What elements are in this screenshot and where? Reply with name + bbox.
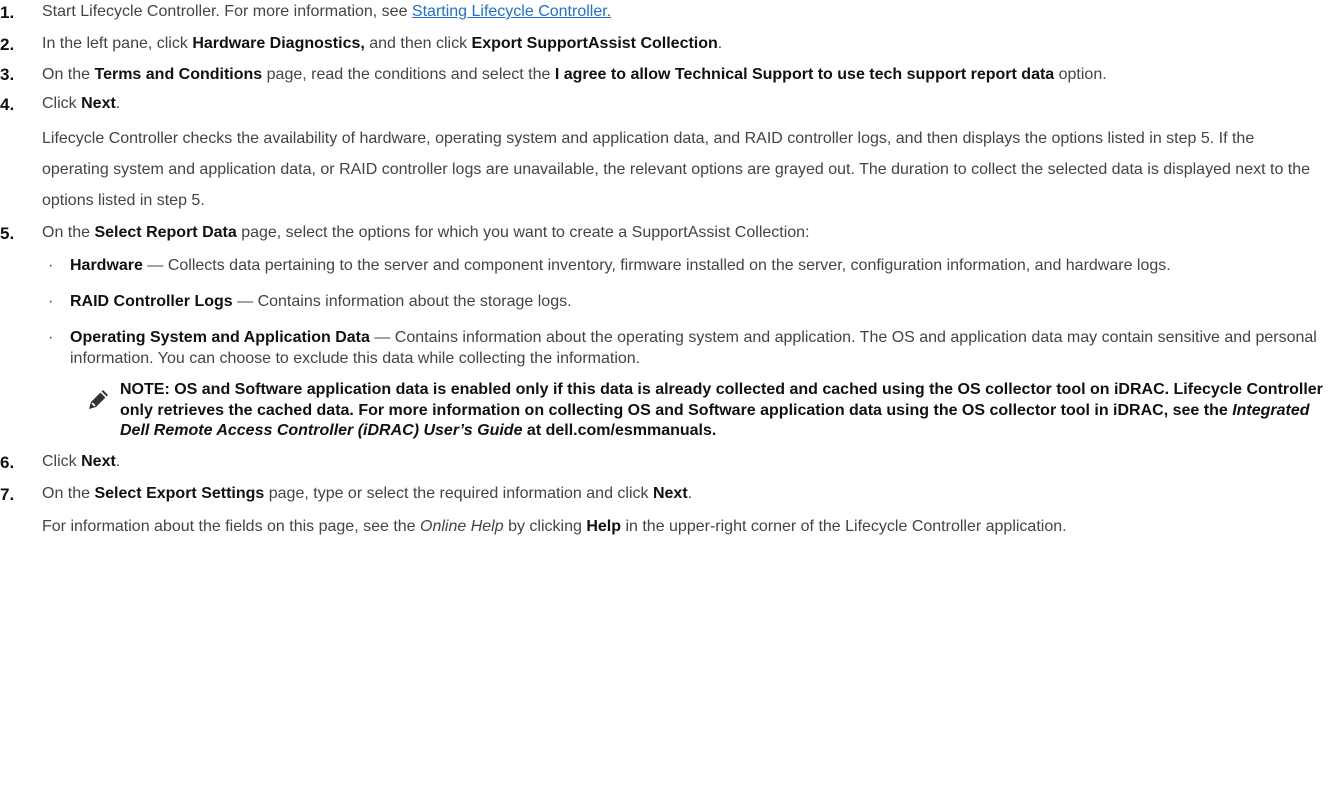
step-text: page, read the conditions and select the [262,65,555,83]
option-description: — Collects data pertaining to the server… [142,257,1171,275]
online-help-title: Online Help [420,517,504,535]
ui-term: Hardware Diagnostics, [192,34,365,52]
note-box: NOTE: OS and Software application data i… [42,380,1325,442]
step-4: 4. Click Next. Lifecycle Controller chec… [0,92,1325,216]
starting-lifecycle-controller-link[interactable]: Starting Lifecycle Controller. [412,3,611,20]
step-text: . [717,34,723,52]
note-text: at dell.com/esmmanuals. [522,422,717,440]
list-item: · RAID Controller Logs — Contains informa… [42,291,1325,313]
step-1: 1. Start Lifecycle Controller. For more … [0,0,1325,25]
ui-term: Select Export Settings [94,484,265,502]
step-text: . [687,484,693,502]
step-text: option. [1054,65,1107,83]
step-text: For information about the fields on this… [42,517,421,535]
ui-term: Next [81,95,116,113]
bullet-icon: · [48,257,54,275]
step-number: 2. [0,34,15,54]
option-term: Operating System and Application Data [70,328,370,346]
ui-term: Help [586,517,621,535]
ui-term: I agree to allow Technical Support to us… [554,65,1055,83]
step-text: In the left pane, click [42,34,193,52]
document: 1. Start Lifecycle Controller. For more … [0,0,1343,540]
ui-term: Terms and Conditions [94,65,263,83]
list-item: · Hardware — Collects data pertaining to … [42,255,1325,277]
step-number: 3. [0,64,15,84]
note-text: NOTE: OS and Software application data i… [120,380,1323,419]
option-description: — Contains information about the storage… [232,292,572,310]
step-number: 1. [0,3,15,22]
step-text: On the [42,223,95,241]
ui-term: Select Report Data [94,223,237,241]
step-text: page, select the options for which you w… [236,223,810,241]
bullet-icon: · [48,292,54,310]
step-number: 6. [0,453,15,473]
option-term: Hardware [70,257,143,275]
step-text: . [115,95,121,113]
step-text: Click [42,453,82,471]
step-7: 7. On the Select Export Settings page, t… [0,482,1325,540]
step-2: 2. In the left pane, click Hardware Diag… [0,32,1325,57]
ui-term: Export SupportAssist Collection [471,34,718,52]
ui-term: Next [81,453,116,471]
step-text: On the [42,65,95,83]
step-text: and then click [364,34,472,52]
step-text: . [115,453,121,471]
step-5: 5. On the Select Report Data page, selec… [0,221,1325,443]
step-text: Click [42,95,82,113]
step-number: 4. [0,95,15,115]
step-text: in the upper-right corner of the Lifecyc… [621,517,1067,535]
ui-term: Next [652,484,688,502]
list-item: · Operating System and Application Data —… [42,327,1325,370]
step-number: 5. [0,223,15,243]
step-number: 7. [0,484,15,504]
option-term: RAID Controller Logs [70,292,233,310]
pencil-icon [89,389,108,409]
step-6: 6. Click Next. [0,450,1325,475]
bullet-icon: · [48,328,54,346]
step-explanation: Lifecycle Controller checks the availabi… [42,129,1311,210]
report-data-options: · Hardware — Collects data pertaining to … [42,255,1325,369]
step-text: page, type or select the required inform… [264,484,653,502]
step-text: by clicking [503,517,587,535]
step-text: Start Lifecycle Controller. For more inf… [42,3,412,20]
step-text: On the [42,484,95,502]
step-3: 3. On the Terms and Conditions page, rea… [0,64,1325,86]
